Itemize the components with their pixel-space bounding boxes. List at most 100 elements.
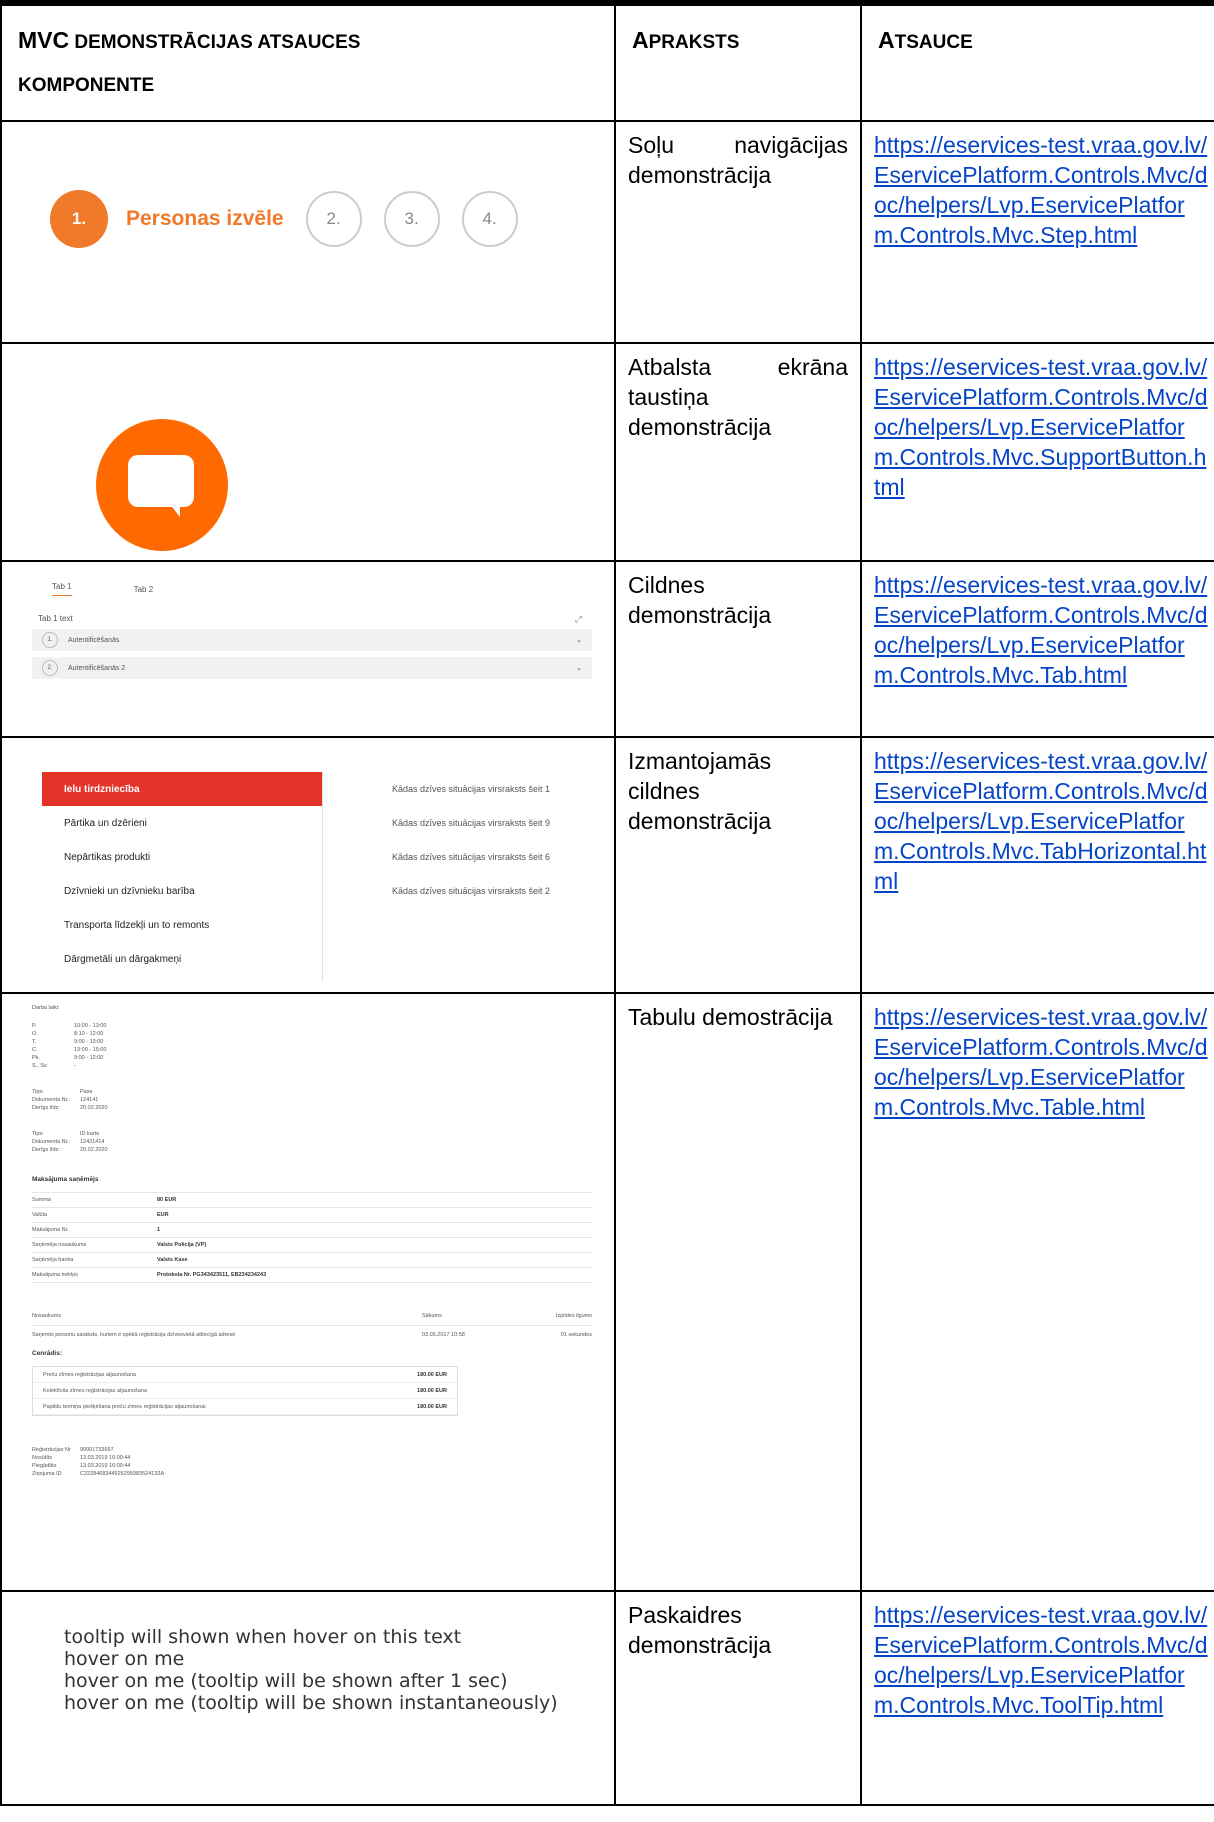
header-reference-text: TSAUCE [894, 32, 973, 53]
grid-header: Nosaukums Sākums Izpildes ilgums [32, 1307, 592, 1326]
htab-item[interactable]: Pārtika un dzērieni [42, 806, 322, 840]
header-component: MVC DEMONSTRĀCIJAS ATSAUCES KOMPONENTE [0, 0, 616, 122]
row-step: 1. Personas izvēle 2. 3. 4. Soļu navigāc… [0, 120, 1214, 344]
hours-time: 9:00 - 12:00 [74, 1055, 104, 1061]
step-3[interactable]: 3. [383, 191, 440, 247]
htab-item[interactable]: Nepārtikas produkti [42, 840, 322, 874]
doc-value: Pase [80, 1089, 93, 1095]
document-1: Tips: Pase Dokumenta Nr.: 124141 Derīgs lī… [32, 1088, 592, 1112]
hours-time: 8:10 - 12:00 [74, 1031, 104, 1037]
expand-icon[interactable]: ⤢ [575, 614, 582, 625]
payee-row: Summa 80 EUR [32, 1193, 592, 1208]
hours-time: 10:00 - 13:00 [74, 1023, 107, 1029]
hours-row: P. 10:00 - 13:00 [32, 1022, 592, 1030]
footer-row: Reģistrācijas Nr 90001733697 [32, 1446, 592, 1454]
doc-key: Derīgs līdz: [32, 1147, 60, 1153]
accordion-label: Autentificēšanās 2 [68, 664, 126, 672]
hours-time: 13:00 - 15:00 [74, 1047, 107, 1053]
htab-content-link[interactable]: Kādas dzīves situācijas virsraksts šeit … [392, 840, 612, 874]
work-hours: P. 10:00 - 13:00 O. 8:10 - 12:00 T. 9:00 - … [32, 1022, 592, 1070]
tooltip-text[interactable]: hover on me (tooltip will be shown after… [64, 1670, 558, 1692]
htab-content-link[interactable]: Kādas dzīves situācijas virsraksts šeit … [392, 772, 612, 806]
grid-cell: 03.05.2017 10:58 [422, 1332, 465, 1338]
step-1-active[interactable]: 1. [50, 190, 108, 248]
fee-value: 180.00 EUR [417, 1387, 447, 1394]
footer-value: 13.03.2019 16:00:44 [80, 1463, 131, 1469]
accordion-item-1[interactable]: 1. Autentificēšanās ⌄ [32, 629, 592, 651]
grid-header-cell: Sākums [422, 1313, 442, 1319]
work-hours-title: Darba laiki: [32, 1005, 60, 1011]
step-2[interactable]: 2. [305, 191, 362, 247]
hours-row: O. 8:10 - 12:00 [32, 1030, 592, 1038]
doc-key: Derīgs līdz: [32, 1105, 60, 1111]
tooltip-demo: tooltip will shown when hover on this te… [64, 1626, 558, 1714]
row-tab: Tab 1 Tab 2 ⤢ Tab 1 text 1. Autentificēš… [0, 560, 1214, 738]
footer-value: C2228468344925295983524132A [80, 1471, 165, 1477]
footer-row: Piegādāts 13.03.2019 16:00:44 [32, 1462, 592, 1470]
header-reference-initial: A [878, 27, 895, 53]
htab-link[interactable]: https://eservices-test.vraa.gov.lv/Eserv… [860, 736, 1214, 994]
grid-cell: 01 sekundes [560, 1332, 592, 1338]
fee-label: Papildu termiņa piešķiršana preču zīmes … [43, 1403, 206, 1410]
htab-item[interactable]: Ielu tirdzniecība [42, 772, 322, 806]
chat-bubble-tail [166, 499, 180, 517]
fee-row: Kolektīvās zīmes reģistrācijas atjaunoša… [33, 1383, 457, 1399]
footer-row: Nosūtīts 13.03.2019 16:00:44 [32, 1454, 592, 1462]
step-link[interactable]: https://eservices-test.vraa.gov.lv/Eserv… [860, 120, 1214, 344]
tab-demo: Tab 1 Tab 2 ⤢ Tab 1 text 1. Autentificēš… [32, 578, 592, 679]
doc-key: Tips: [32, 1131, 44, 1137]
footer-row: Ziņojuma ID C2228468344925295983524132A [32, 1470, 592, 1478]
doc-value: 12431414 [80, 1139, 105, 1145]
payee-value: Valsts Kase [157, 1257, 188, 1263]
step-1-label: Personas izvēle [126, 207, 284, 230]
tab-2[interactable]: Tab 2 [134, 585, 154, 594]
doc-value: ID karte [80, 1131, 100, 1137]
doc-key: Dokumenta Nr.: [32, 1139, 71, 1145]
htab-item[interactable]: Transporta līdzekļi un to remonts [42, 908, 322, 942]
tab-demo-cell: Tab 1 Tab 2 ⤢ Tab 1 text 1. Autentificēš… [0, 560, 616, 738]
htab-item[interactable]: Dārgmetāli un dārgakmeņi [42, 942, 322, 976]
tooltip-text[interactable]: hover on me [64, 1648, 558, 1670]
hours-row: Pk. 9:00 - 12:00 [32, 1054, 592, 1062]
tab-content-text: Tab 1 text [38, 614, 73, 623]
chevron-down-icon: ⌄ [576, 665, 582, 672]
payee-value: Valsts Policija (VP) [157, 1242, 207, 1248]
accordion-item-2[interactable]: 2. Autentificēšanās 2 ⌄ [32, 657, 592, 679]
doc-row: Derīgs līdz: 20.02.2020 [32, 1104, 592, 1112]
htab-content: Kādas dzīves situācijas virsraksts šeit … [392, 772, 612, 908]
doc-value: 20.02.2020 [80, 1147, 108, 1153]
reference-table: MVC DEMONSTRĀCIJAS ATSAUCES KOMPONENTE AP… [0, 0, 1214, 1806]
tab-1[interactable]: Tab 1 [52, 582, 72, 596]
payee-value: EUR [157, 1212, 169, 1218]
support-button[interactable] [96, 419, 228, 551]
tab-link[interactable]: https://eservices-test.vraa.gov.lv/Eserv… [860, 560, 1214, 738]
tooltip-text[interactable]: tooltip will shown when hover on this te… [64, 1626, 558, 1648]
header-row: MVC DEMONSTRĀCIJAS ATSAUCES KOMPONENTE AP… [0, 0, 1214, 122]
doc-key: Dokumenta Nr.: [32, 1097, 71, 1103]
row-support-button: Atbalsta ekrāna taustiņa demonstrācija h… [0, 342, 1214, 562]
step-4[interactable]: 4. [461, 191, 518, 247]
htab-content-link[interactable]: Kādas dzīves situācijas virsraksts šeit … [392, 874, 612, 908]
fee-label: Kolektīvās zīmes reģistrācijas atjaunoša… [43, 1387, 147, 1394]
htab-content-link[interactable]: Kādas dzīves situācijas virsraksts šeit … [392, 806, 612, 840]
tooltip-text[interactable]: hover on me (tooltip will be shown insta… [64, 1692, 558, 1714]
header-reference: ATSAUCE [860, 0, 1214, 122]
accordion-number: 2. [42, 660, 58, 676]
header-description: APRAKSTS [614, 0, 862, 122]
htab-item[interactable]: Dzīvnieki un dzīvnieku barība [42, 874, 322, 908]
support-link[interactable]: https://eservices-test.vraa.gov.lv/Eserv… [860, 342, 1214, 562]
htab-demo-cell: Ielu tirdzniecība Pārtika un dzērieni Ne… [0, 736, 616, 994]
support-demo-cell [0, 342, 616, 562]
payee-title: Maksājuma saņēmējs [32, 1176, 99, 1183]
fee-value: 180.00 EUR [417, 1403, 447, 1410]
table-link[interactable]: https://eservices-test.vraa.gov.lv/Eserv… [860, 992, 1214, 1592]
htab-menu: Ielu tirdzniecība Pārtika un dzērieni Ne… [42, 772, 323, 982]
grid-header-cell: Izpildes ilgums [555, 1313, 592, 1319]
doc-value: 20.02.2020 [80, 1105, 108, 1111]
fee-title: Cenrādis: [32, 1350, 62, 1357]
tooltip-link[interactable]: https://eservices-test.vraa.gov.lv/Eserv… [860, 1590, 1214, 1806]
chat-bubble-icon [128, 455, 194, 507]
support-description: Atbalsta ekrāna taustiņa demonstrācija [614, 342, 862, 562]
header-component-text-3: KOMPONENTE [18, 75, 155, 96]
footer-value: 13.03.2019 16:00:44 [80, 1455, 131, 1461]
